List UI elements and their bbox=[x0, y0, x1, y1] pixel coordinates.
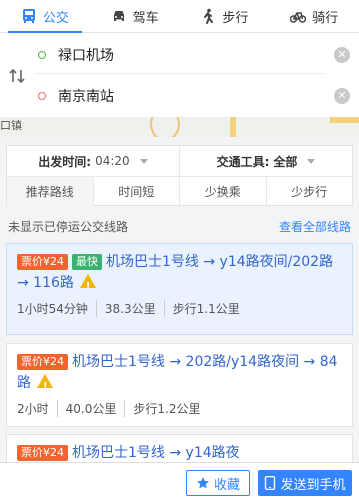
route-card[interactable]: 票价¥24最快机场巴士1号线 → y14路夜间/202路 → 116路 1小时5… bbox=[6, 243, 353, 335]
origin-value: 禄口机场 bbox=[58, 47, 114, 64]
view-all-lines-link[interactable]: 查看全部线路 bbox=[279, 218, 351, 235]
favorite-label: 收藏 bbox=[213, 477, 240, 493]
route-walk: 步行1.1公里 bbox=[163, 300, 240, 317]
destination-field[interactable]: 南京南站 ✕ bbox=[34, 77, 350, 115]
travel-mode-tabs: 公交 驾车 步行 骑行 bbox=[0, 0, 359, 33]
tab-walk[interactable]: 步行 bbox=[180, 0, 270, 32]
route-title-row: 票价¥24 最快 机场巴士1号线 → y14路夜间/202路 → 116路 bbox=[17, 252, 342, 297]
tab-recommended[interactable]: 推荐路线 bbox=[7, 177, 93, 206]
route-filters: 出发时间: 04:20 交通工具: 全部 推荐路线 时间短 少换乘 少步行 bbox=[6, 145, 353, 206]
tab-bike-label: 骑行 bbox=[312, 10, 339, 26]
route-meta: 1小时54分钟 38.3公里 步行1.1公里 bbox=[17, 300, 342, 317]
vehicle-value: 全部 bbox=[273, 154, 298, 169]
notice-message: 未显示已停运公交线路 bbox=[8, 219, 129, 234]
route-duration: 2小时 bbox=[17, 402, 49, 416]
tab-car-label: 驾车 bbox=[132, 10, 159, 26]
map-road bbox=[330, 117, 359, 123]
route-card[interactable]: 票价¥24机场巴士1号线 → 202路/y14路夜间 → 84路 2小时 40.… bbox=[6, 343, 353, 427]
map-view[interactable]: 口镇 bbox=[0, 117, 359, 137]
price-badge: 票价¥24 bbox=[17, 354, 68, 370]
end-dot-icon bbox=[38, 92, 46, 100]
favorite-button[interactable]: 收藏 bbox=[186, 470, 250, 496]
send-to-phone-label: 发送到手机 bbox=[280, 477, 346, 493]
depart-time-dropdown[interactable]: 出发时间: 04:20 bbox=[7, 146, 179, 176]
tab-walk-label: 步行 bbox=[222, 10, 249, 26]
bottom-action-bar: 收藏 发送到手机 bbox=[0, 462, 359, 501]
tab-bike[interactable]: 骑行 bbox=[269, 0, 359, 32]
map-town-label: 口镇 bbox=[0, 119, 22, 132]
route-title-row: 票价¥24 机场巴士1号线 → 202路/y14路夜间 → 84路 bbox=[17, 352, 342, 397]
tab-bus[interactable]: 公交 bbox=[0, 0, 90, 33]
phone-icon bbox=[265, 476, 276, 490]
warning-icon bbox=[79, 274, 96, 297]
route-distance: 40.0公里 bbox=[56, 400, 116, 417]
swap-icon[interactable] bbox=[8, 67, 26, 85]
bike-icon bbox=[290, 12, 307, 23]
route-meta: 2小时 40.0公里 步行1.2公里 bbox=[17, 400, 342, 417]
notice-bar: 未显示已停运公交线路 查看全部线路 bbox=[8, 216, 351, 236]
route-title: 机场巴士1号线 → y14路夜 bbox=[72, 445, 240, 461]
route-duration: 1小时54分钟 bbox=[17, 302, 88, 316]
tab-car[interactable]: 驾车 bbox=[90, 0, 180, 32]
tab-less-walking[interactable]: 少步行 bbox=[265, 177, 353, 206]
start-dot-icon bbox=[38, 50, 46, 59]
route-inputs: 禄口机场 ✕ 南京南站 ✕ bbox=[0, 33, 359, 117]
tab-fewer-transfers[interactable]: 少换乘 bbox=[179, 177, 266, 206]
caret-down-icon bbox=[307, 158, 316, 164]
vehicle-label: 交通工具: bbox=[216, 154, 270, 169]
clear-destination-icon[interactable]: ✕ bbox=[334, 88, 350, 104]
car-icon bbox=[113, 11, 124, 21]
route-walk: 步行1.2公里 bbox=[124, 400, 200, 417]
depart-time-label: 出发时间: bbox=[38, 154, 92, 169]
caret-down-icon bbox=[139, 158, 148, 164]
price-badge: 票价¥24 bbox=[17, 254, 68, 270]
walk-icon bbox=[204, 8, 214, 24]
warning-icon bbox=[37, 374, 53, 397]
origin-field[interactable]: 禄口机场 ✕ bbox=[34, 36, 350, 74]
tab-bus-label: 公交 bbox=[42, 10, 69, 26]
send-to-phone-button[interactable]: 发送到手机 bbox=[258, 470, 352, 496]
vehicle-dropdown[interactable]: 交通工具: 全部 bbox=[179, 146, 352, 176]
price-badge: 票价¥24 bbox=[17, 445, 68, 461]
depart-time-value: 04:20 bbox=[95, 154, 130, 168]
route-distance: 38.3公里 bbox=[95, 300, 156, 317]
tab-shortest-time[interactable]: 时间短 bbox=[92, 177, 180, 206]
star-icon bbox=[196, 477, 209, 489]
map-road bbox=[230, 117, 236, 137]
bus-icon bbox=[22, 9, 35, 23]
fastest-badge: 最快 bbox=[72, 254, 102, 270]
map-road bbox=[150, 117, 180, 137]
destination-value: 南京南站 bbox=[58, 89, 114, 105]
route-title-row: 票价¥24 机场巴士1号线 → y14路夜 bbox=[17, 443, 342, 464]
clear-origin-icon[interactable]: ✕ bbox=[334, 46, 350, 63]
